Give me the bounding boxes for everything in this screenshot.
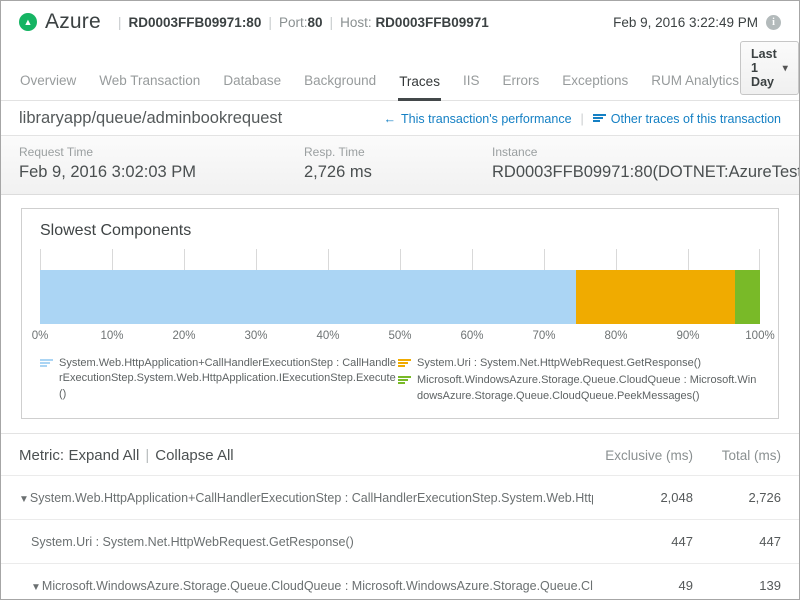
port-info: Port:80: [279, 15, 323, 30]
tab-web-transaction[interactable]: Web Transaction: [98, 67, 201, 100]
legend-bars-icon-green: [398, 376, 411, 404]
metric-name: Microsoft.WindowsAzure.Storage.Queue.Clo…: [42, 579, 593, 593]
bar-segment-execute[interactable]: [40, 270, 576, 324]
bar-segment-peekmessages[interactable]: [735, 270, 760, 324]
transaction-performance-link[interactable]: ← This transaction's performance: [384, 112, 572, 126]
trace-list-icon: [593, 114, 606, 123]
request-time: Request Time Feb 9, 2016 3:02:03 PM: [19, 145, 304, 182]
tab-traces[interactable]: Traces: [398, 68, 441, 101]
expand-all-link[interactable]: Expand All: [68, 447, 139, 464]
chevron-down-icon: ▾: [783, 63, 788, 74]
nav-bar: Overview Web Transaction Database Backgr…: [1, 41, 799, 101]
separator: |: [330, 14, 334, 30]
slowest-components-panel: Slowest Components 0% 10% 20% 30% 40% 50…: [21, 208, 779, 419]
table-row: ▼System.Web.HttpApplication+CallHandlerE…: [1, 475, 799, 519]
metrics-table-header: Metric: Expand All | Collapse All Exclus…: [1, 433, 799, 475]
instance-id: RD0003FFB09971:80: [129, 15, 262, 30]
tab-database[interactable]: Database: [222, 67, 282, 100]
info-icon[interactable]: i: [766, 15, 781, 30]
trace-summary: Request Time Feb 9, 2016 3:02:03 PM Resp…: [1, 135, 799, 195]
trace-title: libraryapp/queue/adminbookrequest: [19, 109, 282, 128]
total-ms: 139: [693, 578, 781, 593]
metric-name: System.Uri : System.Net.HttpWebRequest.G…: [31, 535, 354, 549]
app-header: ▲ Azure | RD0003FFB09971:80 | Port:80 | …: [1, 1, 799, 41]
component-time-bar: [40, 270, 760, 324]
tab-rum-analytics[interactable]: RUM Analytics: [650, 67, 740, 100]
time-range-dropdown[interactable]: Last 1 Day ▾: [740, 41, 799, 95]
separator: |: [145, 447, 149, 464]
nav-actions: Last 1 Day ▾ ≡: [740, 41, 800, 95]
app-name: Azure: [45, 10, 101, 34]
trace-links: ← This transaction's performance | Other…: [384, 112, 781, 126]
separator: |: [581, 112, 584, 126]
legend-item-getresponse: System.Uri : System.Net.HttpWebRequest.G…: [398, 356, 760, 371]
bar-segment-getresponse[interactable]: [576, 270, 734, 324]
total-ms: 447: [693, 534, 781, 549]
legend-bars-icon-yellow: [398, 359, 411, 371]
panel-title: Slowest Components: [40, 222, 760, 240]
chart-legend: System.Web.HttpApplication+CallHandlerEx…: [40, 356, 760, 406]
separator: |: [268, 14, 272, 30]
current-timestamp: Feb 9, 2016 3:22:49 PM: [613, 15, 758, 30]
response-time: Resp. Time 2,726 ms: [304, 145, 492, 182]
collapse-toggle-icon[interactable]: ▼: [19, 494, 29, 505]
tab-exceptions[interactable]: Exceptions: [561, 67, 629, 100]
back-arrow-icon: ←: [384, 112, 397, 126]
other-traces-link[interactable]: Other traces of this transaction: [593, 112, 781, 126]
column-header-exclusive: Exclusive (ms): [593, 448, 693, 463]
exclusive-ms: 49: [593, 578, 693, 593]
metric-label: Metric:: [19, 447, 64, 464]
legend-bars-icon-blue: [40, 359, 53, 402]
stacked-bar-chart: [40, 249, 760, 324]
instance: Instance RD0003FFB09971:80(DOTNET:AzureT…: [492, 145, 800, 182]
exclusive-ms: 447: [593, 534, 693, 549]
tab-errors[interactable]: Errors: [501, 67, 540, 100]
tab-background[interactable]: Background: [303, 67, 377, 100]
tab-list: Overview Web Transaction Database Backgr…: [19, 67, 740, 100]
trace-header: libraryapp/queue/adminbookrequest ← This…: [1, 101, 799, 135]
collapse-all-link[interactable]: Collapse All: [155, 447, 233, 464]
legend-item-execute: System.Web.HttpApplication+CallHandlerEx…: [40, 356, 398, 402]
separator: |: [118, 14, 122, 30]
table-row: ▼Microsoft.WindowsAzure.Storage.Queue.Cl…: [1, 563, 799, 600]
app-window: ▲ Azure | RD0003FFB09971:80 | Port:80 | …: [0, 0, 800, 600]
table-row: System.Uri : System.Net.HttpWebRequest.G…: [1, 519, 799, 563]
metric-name: System.Web.HttpApplication+CallHandlerEx…: [30, 491, 593, 505]
column-header-total: Total (ms): [693, 448, 781, 463]
health-status-icon: ▲: [19, 13, 37, 31]
total-ms: 2,726: [693, 490, 781, 505]
host-info: Host: RD0003FFB09971: [340, 15, 489, 30]
x-axis-labels: 0% 10% 20% 30% 40% 50% 60% 70% 80% 90% 1…: [40, 330, 760, 345]
tab-overview[interactable]: Overview: [19, 67, 77, 100]
legend-item-peekmessages: Microsoft.WindowsAzure.Storage.Queue.Clo…: [398, 373, 760, 404]
collapse-toggle-icon[interactable]: ▼: [31, 582, 41, 593]
exclusive-ms: 2,048: [593, 490, 693, 505]
tab-iis[interactable]: IIS: [462, 67, 481, 100]
